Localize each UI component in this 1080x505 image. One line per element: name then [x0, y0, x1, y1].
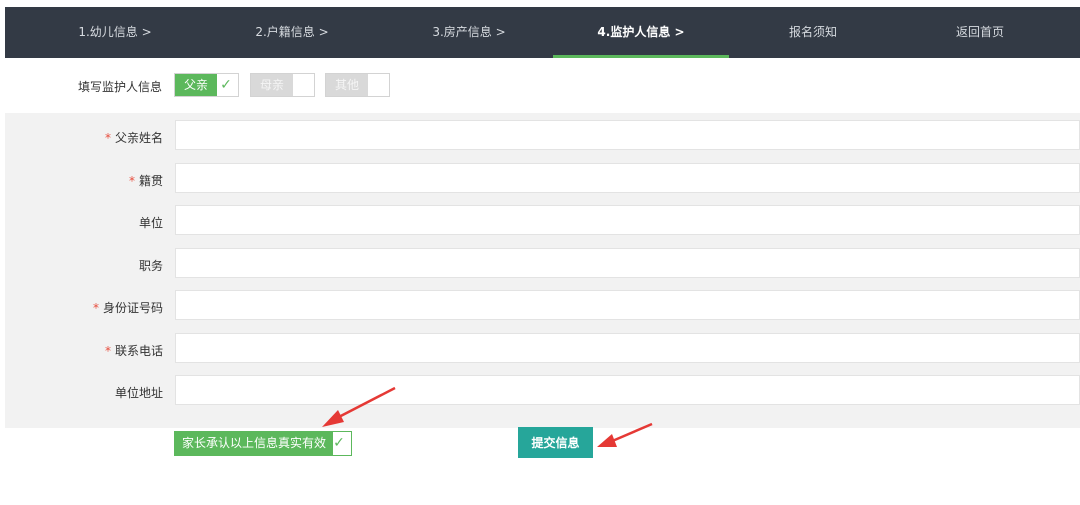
annotation-arrow-icon [597, 422, 653, 447]
annotation-arrow-icon [322, 386, 396, 427]
annotation-arrows [322, 386, 653, 447]
